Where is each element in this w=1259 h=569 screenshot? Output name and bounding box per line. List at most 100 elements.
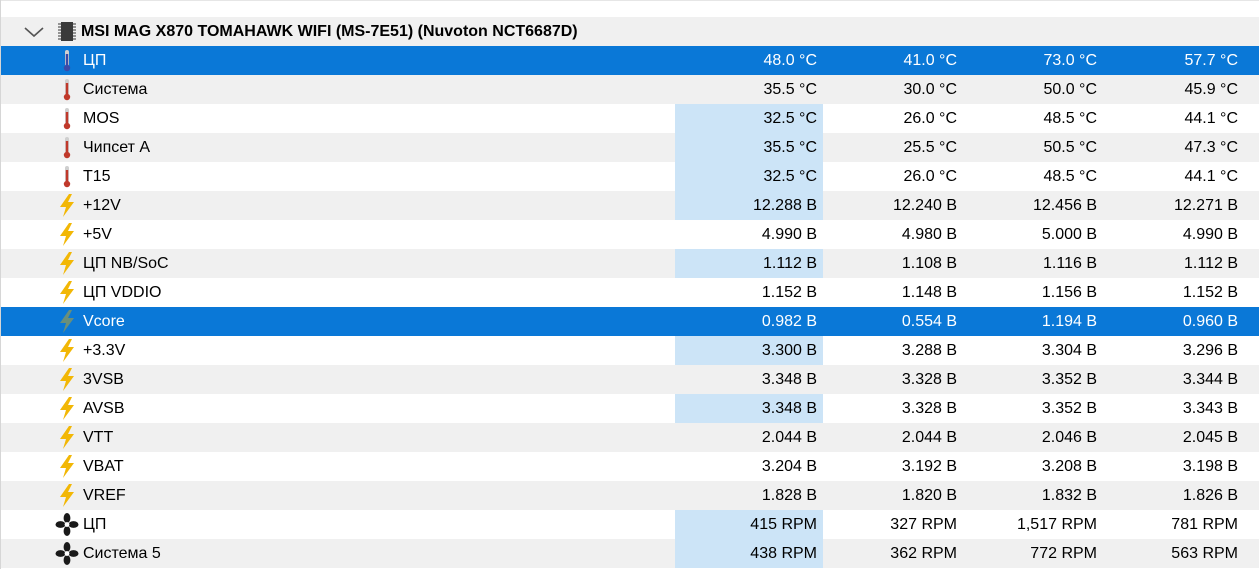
sensor-name: VBAT	[83, 458, 124, 475]
sensor-row[interactable]: VREF 1.828 В 1.820 В 1.832 В 1.826 В	[1, 481, 1259, 510]
sensor-min-value: 3.192 В	[901, 458, 957, 475]
sensor-current-value: 415 RPM	[750, 516, 817, 533]
sensor-row[interactable]: +3.3V 3.300 В 3.288 В 3.304 В 3.296 В	[1, 336, 1259, 365]
sensor-avg-value: 45.9 °C	[1184, 81, 1238, 98]
sensor-row[interactable]: +12V 12.288 В 12.240 В 12.456 В 12.271 В	[1, 191, 1259, 220]
lightning-icon	[60, 339, 74, 362]
sensor-max-value: 1.116 В	[1043, 255, 1097, 272]
sensor-avg-value: 3.296 В	[1182, 342, 1238, 359]
sensor-row[interactable]: ЦП 48.0 °C 41.0 °C 73.0 °C 57.7 °C	[1, 46, 1259, 75]
sensor-name: AVSB	[83, 400, 125, 417]
thermometer-icon	[63, 108, 71, 130]
sensor-current-value: 12.288 В	[752, 197, 817, 214]
sensor-current-value: 438 RPM	[750, 545, 817, 562]
sensor-max-value: 1,517 RPM	[1016, 516, 1097, 533]
sensor-name: +5V	[83, 226, 112, 243]
sensor-max-value: 3.304 В	[1041, 342, 1097, 359]
sensor-name: ЦП VDDIO	[83, 284, 162, 301]
sensor-current-value: 35.5 °C	[763, 81, 817, 98]
sensor-name: Vcore	[83, 313, 125, 330]
sensor-name: MOS	[83, 110, 120, 127]
lightning-icon	[60, 281, 74, 304]
sensor-current-value: 1.152 В	[761, 284, 817, 301]
sensor-name: VTT	[83, 429, 114, 446]
sensor-max-value: 50.5 °C	[1043, 139, 1097, 156]
sensor-max-value: 3.352 В	[1041, 400, 1097, 417]
sensor-row[interactable]: ЦП 415 RPM 327 RPM 1,517 RPM 781 RPM	[1, 510, 1259, 539]
sensor-row[interactable]: T15 32.5 °C 26.0 °C 48.5 °C 44.1 °C	[1, 162, 1259, 191]
lightning-icon	[60, 194, 74, 217]
sensor-row[interactable]: Система 5 438 RPM 362 RPM 772 RPM 563 RPM	[1, 539, 1259, 568]
sensor-current-value: 48.0 °C	[763, 52, 817, 69]
sensor-avg-value: 1.152 В	[1182, 284, 1238, 301]
fan-icon	[55, 513, 79, 536]
sensor-name: Чипсет A	[83, 139, 151, 156]
lightning-icon	[60, 455, 74, 478]
sensor-row[interactable]: MOS 32.5 °C 26.0 °C 48.5 °C 44.1 °C	[1, 104, 1259, 133]
thermometer-icon	[63, 137, 71, 159]
sensor-min-value: 26.0 °C	[903, 168, 957, 185]
sensor-current-value: 1.112 В	[763, 255, 817, 272]
sensor-current-value: 32.5 °C	[763, 110, 817, 127]
sensor-avg-value: 563 RPM	[1171, 545, 1238, 562]
sensor-row[interactable]: AVSB 3.348 В 3.328 В 3.352 В 3.343 В	[1, 394, 1259, 423]
sensor-max-value: 5.000 В	[1041, 226, 1097, 243]
sensor-current-value: 3.348 В	[761, 371, 817, 388]
sensor-row[interactable]: VTT 2.044 В 2.044 В 2.046 В 2.045 В	[1, 423, 1259, 452]
thermometer-icon	[63, 166, 71, 188]
sensor-avg-value: 1.826 В	[1182, 487, 1238, 504]
sensor-avg-value: 0.960 В	[1182, 313, 1238, 330]
sensor-row[interactable]: VBAT 3.204 В 3.192 В 3.208 В 3.198 В	[1, 452, 1259, 481]
sensor-avg-value: 44.1 °C	[1184, 168, 1238, 185]
chevron-down-icon[interactable]	[23, 25, 45, 39]
sensor-avg-value: 44.1 °C	[1184, 110, 1238, 127]
lightning-icon	[60, 484, 74, 507]
sensor-min-value: 3.288 В	[901, 342, 957, 359]
sensor-name: Система 5	[83, 545, 161, 562]
sensor-max-value: 3.352 В	[1041, 371, 1097, 388]
thermometer-icon	[63, 50, 71, 72]
sensor-row[interactable]: ЦП NB/SoC 1.112 В 1.108 В 1.116 В 1.112 В	[1, 249, 1259, 278]
sensor-max-value: 772 RPM	[1030, 545, 1097, 562]
sensor-min-value: 30.0 °C	[903, 81, 957, 98]
sensor-max-value: 50.0 °C	[1043, 81, 1097, 98]
sensor-row[interactable]: ЦП VDDIO 1.152 В 1.148 В 1.156 В 1.152 В	[1, 278, 1259, 307]
device-row[interactable]: MSI MAG X870 TOMAHAWK WIFI (MS-7E51) (Nu…	[1, 17, 1259, 46]
sensor-row[interactable]: 3VSB 3.348 В 3.328 В 3.352 В 3.344 В	[1, 365, 1259, 394]
sensor-min-value: 327 RPM	[890, 516, 957, 533]
sensor-min-value: 362 RPM	[890, 545, 957, 562]
lightning-icon	[60, 368, 74, 391]
sensor-current-value: 2.044 В	[761, 429, 817, 446]
sensor-min-value: 4.980 В	[901, 226, 957, 243]
sensor-min-value: 2.044 В	[901, 429, 957, 446]
sensor-row[interactable]: Чипсет A 35.5 °C 25.5 °C 50.5 °C 47.3 °C	[1, 133, 1259, 162]
lightning-icon	[60, 426, 74, 449]
sensor-avg-value: 781 RPM	[1171, 516, 1238, 533]
sensor-max-value: 73.0 °C	[1043, 52, 1097, 69]
sensor-min-value: 3.328 В	[901, 400, 957, 417]
lightning-icon	[60, 252, 74, 275]
sensor-current-value: 4.990 В	[761, 226, 817, 243]
lightning-icon	[60, 397, 74, 420]
sensor-min-value: 3.328 В	[901, 371, 957, 388]
sensor-name: ЦП NB/SoC	[83, 255, 169, 272]
sensor-avg-value: 3.343 В	[1182, 400, 1238, 417]
sensor-min-value: 12.240 В	[892, 197, 957, 214]
sensor-row[interactable]: +5V 4.990 В 4.980 В 5.000 В 4.990 В	[1, 220, 1259, 249]
sensor-current-value: 0.982 В	[761, 313, 817, 330]
sensor-min-value: 26.0 °C	[903, 110, 957, 127]
sensor-current-value: 32.5 °C	[763, 168, 817, 185]
fan-icon	[55, 542, 79, 565]
device-title: MSI MAG X870 TOMAHAWK WIFI (MS-7E51) (Nu…	[81, 23, 578, 40]
sensor-name: +12V	[83, 197, 121, 214]
sensor-max-value: 48.5 °C	[1043, 110, 1097, 127]
sensor-min-value: 25.5 °C	[903, 139, 957, 156]
sensor-name: +3.3V	[83, 342, 126, 359]
sensor-max-value: 2.046 В	[1041, 429, 1097, 446]
sensor-avg-value: 3.198 В	[1182, 458, 1238, 475]
sensor-row[interactable]: Система 35.5 °C 30.0 °C 50.0 °C 45.9 °C	[1, 75, 1259, 104]
sensor-row[interactable]: Vcore 0.982 В 0.554 В 1.194 В 0.960 В	[1, 307, 1259, 336]
sensor-max-value: 1.832 В	[1041, 487, 1097, 504]
sensor-current-value: 3.300 В	[761, 342, 817, 359]
sensor-min-value: 1.108 В	[901, 255, 957, 272]
